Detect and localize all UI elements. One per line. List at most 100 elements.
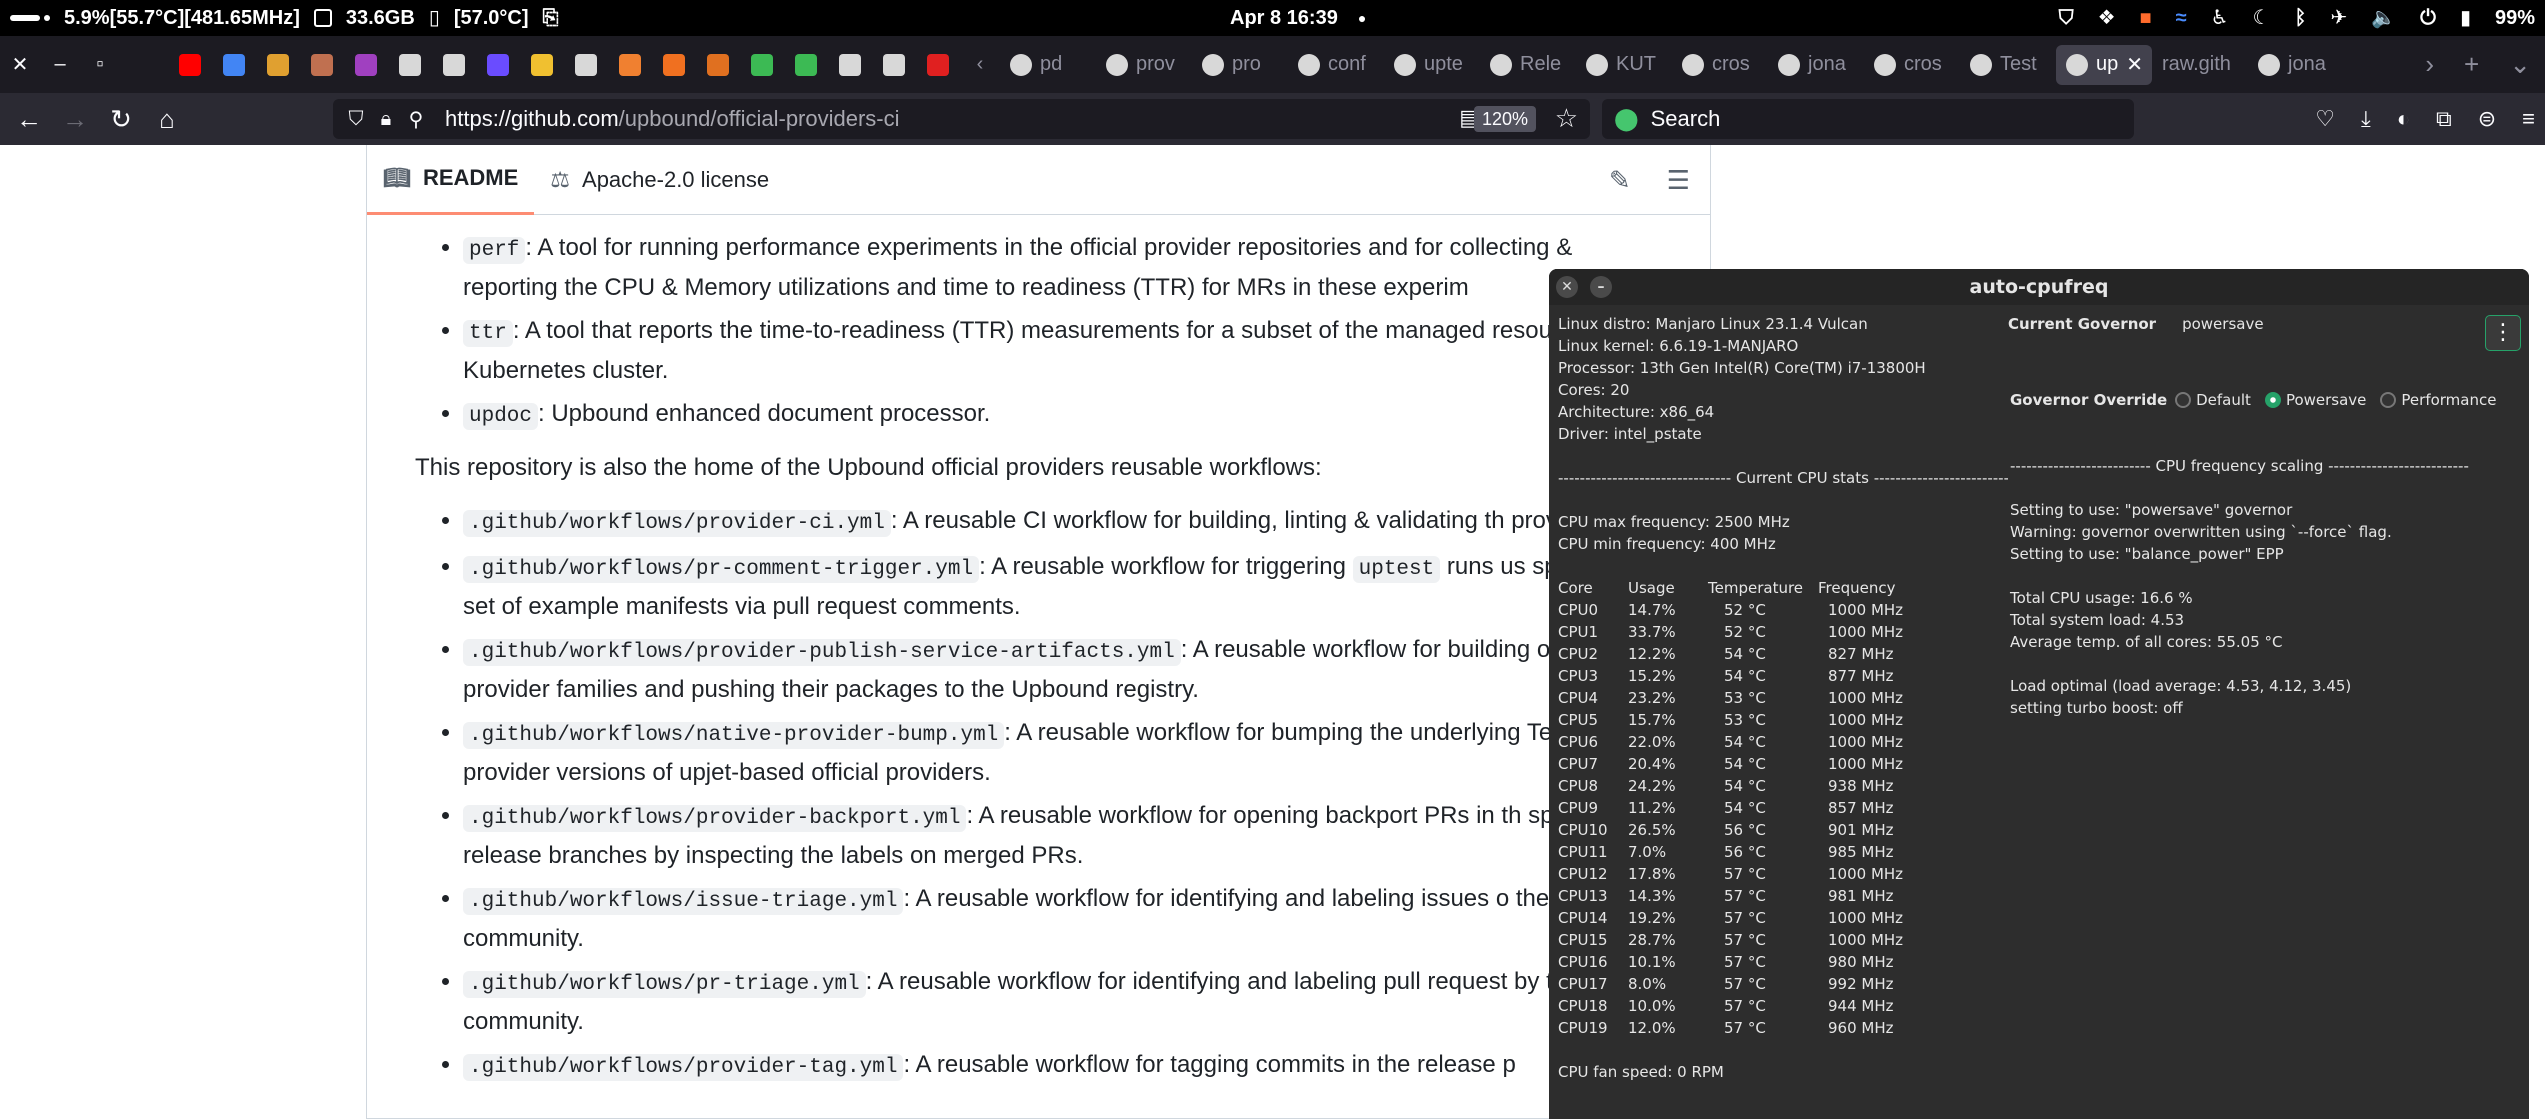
pinned-tab[interactable] xyxy=(608,36,652,93)
override-radio-powersave[interactable]: Powersave xyxy=(2264,389,2366,411)
override-radio-performance[interactable]: Performance xyxy=(2380,389,2496,411)
tracking-protection-icon[interactable]: ⛉ xyxy=(341,108,371,131)
close-tab-icon[interactable]: ✕ xyxy=(2126,52,2143,77)
browser-tab[interactable]: up ✕ xyxy=(2056,44,2152,85)
table-cell: 54 °C xyxy=(1724,667,1766,685)
override-radio-default[interactable]: Default xyxy=(2175,389,2251,411)
maximize-window-icon[interactable]: ▫ xyxy=(80,36,120,93)
volume-icon[interactable]: 🔈 xyxy=(2371,0,2396,36)
tab-scroll-right-icon[interactable]: › xyxy=(2425,49,2434,80)
outline-list-icon[interactable]: ☰ xyxy=(1667,165,1690,196)
extensions-icon[interactable]: ⧉ xyxy=(2436,106,2452,132)
edit-pencil-icon[interactable]: ✎ xyxy=(1609,165,1631,196)
shield-icon[interactable]: ⛉ xyxy=(2059,0,2074,36)
browser-tab[interactable]: prov xyxy=(1096,45,1192,85)
pinned-tab[interactable] xyxy=(212,36,256,93)
pinned-tab[interactable] xyxy=(696,36,740,93)
tab-readme[interactable]: 📖︎ README xyxy=(367,145,535,215)
accessibility-icon[interactable]: ♿ xyxy=(2211,0,2229,36)
bluetooth-icon[interactable]: ᛒ xyxy=(2294,0,2306,36)
pocket-icon[interactable]: ♡ xyxy=(2315,106,2335,132)
minimize-icon[interactable]: – xyxy=(1590,276,1612,298)
url-text[interactable]: https://github.com/upbound/official-prov… xyxy=(445,106,900,132)
account-icon[interactable]: ⊜ xyxy=(2478,106,2496,132)
clock[interactable]: Apr 8 16:39 xyxy=(1230,7,1338,30)
pinned-tab[interactable] xyxy=(344,36,388,93)
browser-tab[interactable]: upte xyxy=(1384,45,1480,85)
workspace-indicator[interactable] xyxy=(10,15,50,21)
reload-icon[interactable]: ↻ xyxy=(98,93,144,145)
search-engine-icon[interactable]: ⬤ xyxy=(1614,106,1639,132)
site-favicon-icon xyxy=(663,53,685,76)
browser-tab[interactable]: jona xyxy=(2248,45,2344,85)
pinned-tab[interactable] xyxy=(388,36,432,93)
disk-temp[interactable]: [57.0°C] xyxy=(454,7,529,30)
table-cell: 985 MHz xyxy=(1828,843,1894,861)
url-bar[interactable]: ⛉ 🔒︎ ⚲ https://github.com/upbound/offici… xyxy=(333,99,1590,139)
browser-tab[interactable]: Rele xyxy=(1480,45,1576,85)
tab-license[interactable]: ⚖ Apache-2.0 license xyxy=(534,145,785,215)
pinned-tab[interactable] xyxy=(740,36,784,93)
pinned-tab[interactable] xyxy=(256,36,300,93)
back-icon[interactable]: ← xyxy=(6,93,52,145)
radio-button-icon[interactable] xyxy=(2175,392,2192,408)
close-icon[interactable]: ✕ xyxy=(1556,276,1578,298)
workflow-path: .github/workflows/provider-tag.yml xyxy=(463,1054,904,1081)
night-light-icon[interactable]: ☾ xyxy=(2253,0,2271,36)
browser-tab[interactable]: KUT xyxy=(1576,45,1672,85)
pinned-tab[interactable] xyxy=(168,36,212,93)
table-cell: 54 °C xyxy=(1724,777,1766,795)
bluetooth-app-icon[interactable]: ≈ xyxy=(2176,0,2187,36)
browser-tab[interactable]: pro xyxy=(1192,45,1288,85)
pinned-tab[interactable] xyxy=(916,36,960,93)
forward-icon[interactable]: → xyxy=(52,93,98,145)
airplane-mode-icon[interactable]: ✈ xyxy=(2330,0,2347,36)
browser-tab[interactable]: cros xyxy=(1864,45,1960,85)
app-indicator-icon[interactable]: ■ xyxy=(2140,0,2152,36)
browser-tab[interactable]: raw.gith xyxy=(2152,45,2248,85)
downloads-icon[interactable]: ⤓ xyxy=(2361,106,2371,132)
home-icon[interactable]: ⌂ xyxy=(144,93,190,145)
pinned-tab[interactable] xyxy=(652,36,696,93)
table-row: CPU4 23.2% 53 °C 1000 MHz xyxy=(1558,687,1928,709)
sysinfo-line: Linux kernel: 6.6.19-1-MANJARO xyxy=(1558,337,1799,355)
new-tab-icon[interactable]: + xyxy=(2464,49,2479,80)
pinned-tab[interactable] xyxy=(564,36,608,93)
close-window-icon[interactable]: ✕ xyxy=(0,36,40,93)
battery-icon[interactable]: ▮ xyxy=(2460,0,2471,36)
browser-tab[interactable]: Test xyxy=(1960,45,2056,85)
pinned-tab[interactable] xyxy=(872,36,916,93)
radio-button-icon[interactable] xyxy=(2380,392,2397,408)
lock-icon[interactable]: 🔒︎ xyxy=(371,108,401,131)
cpu-stats[interactable]: 5.9%[55.7°C][481.65MHz] xyxy=(64,7,300,30)
minimize-window-icon[interactable]: – xyxy=(40,36,80,93)
browser-tab[interactable]: cros xyxy=(1672,45,1768,85)
pinned-tab[interactable] xyxy=(476,36,520,93)
radio-button-icon[interactable] xyxy=(2264,392,2281,408)
column-header: Core xyxy=(1558,579,1593,597)
zoom-indicator[interactable]: 120% xyxy=(1473,106,1536,132)
battery-level[interactable]: 99% xyxy=(2495,7,2535,30)
pinned-tab[interactable] xyxy=(828,36,872,93)
tab-label: pro xyxy=(1232,53,1261,75)
pinned-tab[interactable] xyxy=(520,36,564,93)
pinned-tab[interactable] xyxy=(784,36,828,93)
power-icon[interactable]: ⏻ xyxy=(2420,0,2436,36)
memory-usage[interactable]: 33.6GB xyxy=(346,7,415,30)
browser-tab[interactable]: conf xyxy=(1288,45,1384,85)
kebab-menu-icon[interactable]: ⋮ xyxy=(2485,315,2521,351)
permissions-icon[interactable]: ⚲ xyxy=(401,107,431,132)
browser-tab[interactable]: jona xyxy=(1768,45,1864,85)
extension-icon[interactable]: ◐ xyxy=(2397,106,2410,132)
clipboard-icon[interactable]: ⎘ xyxy=(543,0,559,36)
search-bar[interactable]: ⬤ Search xyxy=(1602,99,2134,139)
browser-tab[interactable]: pd xyxy=(1000,45,1096,85)
tab-list-menu-icon[interactable]: ⌄ xyxy=(2509,49,2531,80)
table-cell: CPU15 xyxy=(1558,931,1608,949)
dropbox-icon[interactable]: ❖ xyxy=(2098,0,2116,36)
pinned-tab[interactable] xyxy=(432,36,476,93)
tab-scroll-left-icon[interactable]: ‹ xyxy=(960,36,1000,93)
pinned-tab[interactable] xyxy=(300,36,344,93)
menu-icon[interactable]: ≡ xyxy=(2522,106,2535,132)
bookmark-star-icon[interactable]: ☆ xyxy=(1555,103,1578,134)
